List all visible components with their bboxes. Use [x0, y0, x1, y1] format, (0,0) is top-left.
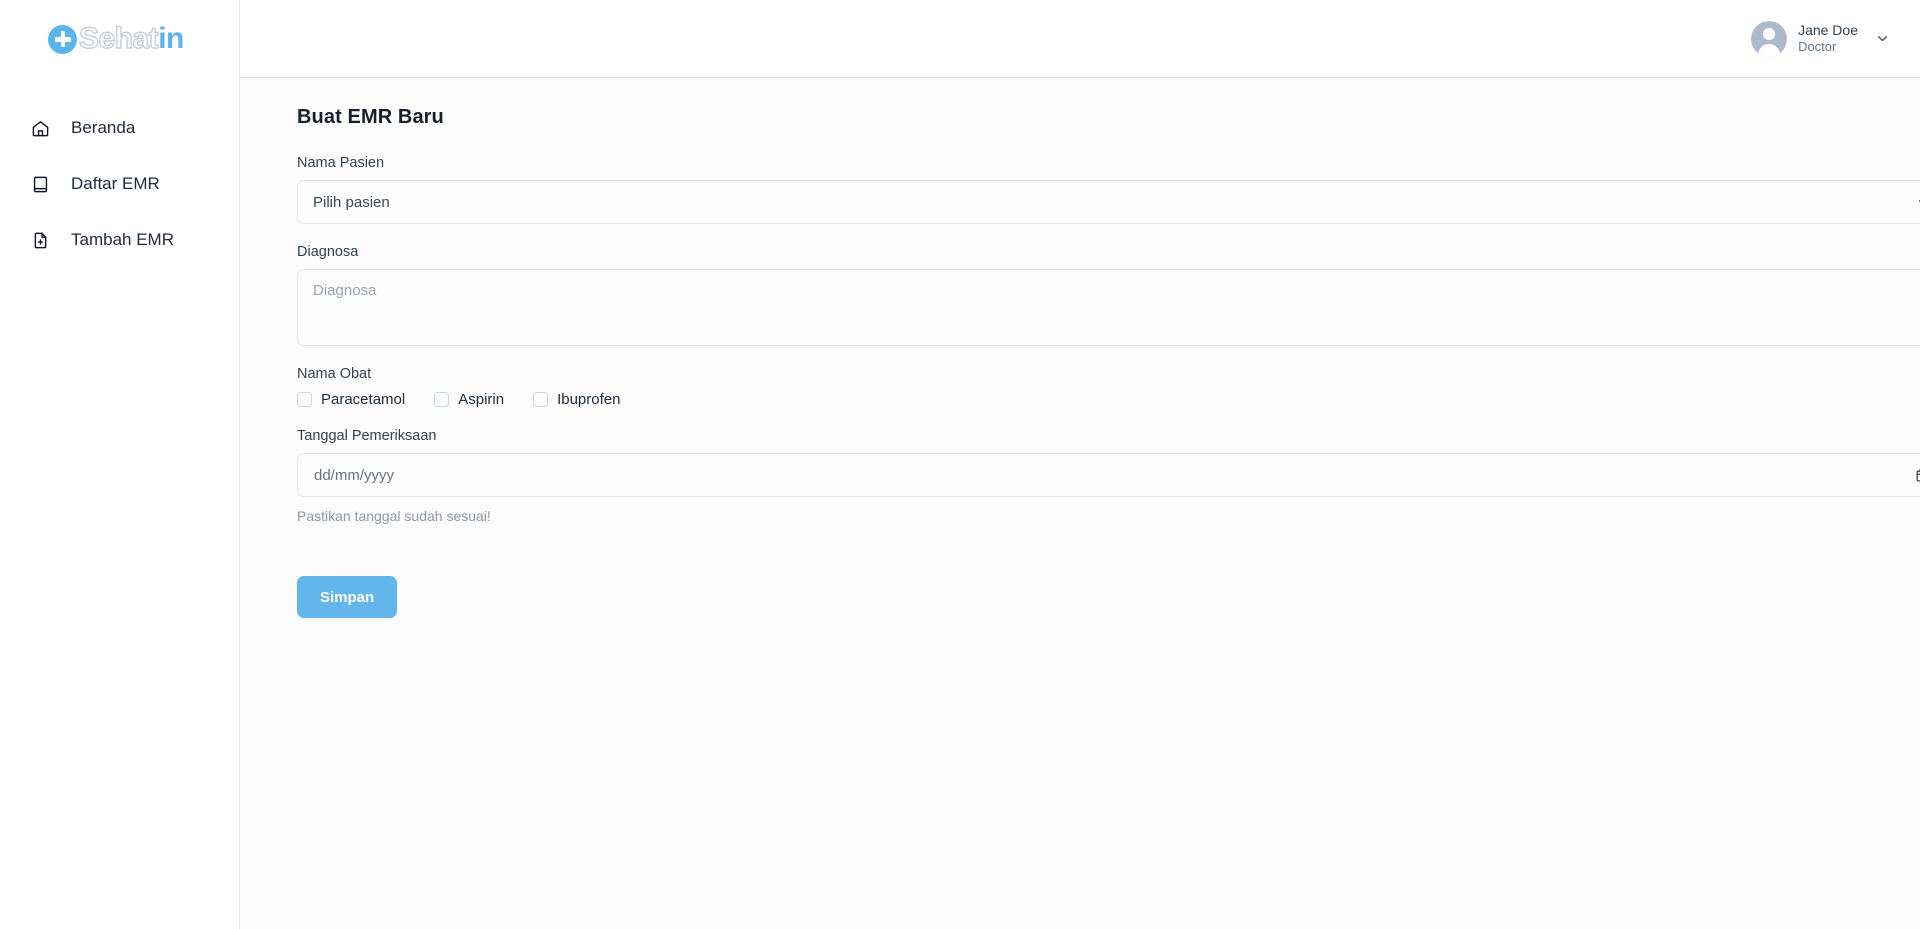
- book-icon: [30, 174, 50, 194]
- main-area: Jane Doe Doctor Buat EMR Baru Nama Pasie…: [240, 0, 1920, 929]
- diagnosa-label: Diagnosa: [297, 244, 359, 260]
- checkbox-label: Paracetamol: [321, 391, 406, 408]
- field-diagnosa: Diagnosa: [297, 244, 1920, 346]
- user-name: Jane Doe: [1798, 21, 1858, 38]
- brand-name-accent: in: [158, 22, 184, 55]
- emr-form: Nama Pasien Pilih pasien Diagnosa Diagno…: [297, 155, 1920, 618]
- checkbox-box-icon[interactable]: [533, 392, 549, 407]
- checkbox-ibuprofen[interactable]: Ibuprofen: [533, 391, 620, 408]
- sidebar-item-daftar-emr[interactable]: Daftar EMR: [0, 156, 239, 212]
- nama-pasien-select[interactable]: Pilih pasien: [297, 180, 1920, 224]
- sidebar-item-label: Tambah EMR: [71, 230, 174, 249]
- field-nama-obat: Nama Obat Paracetamol Aspirin Ibuprofen: [297, 366, 1880, 408]
- sidebar: Sehatin Beranda Daftar EMR Tambah EMR: [0, 0, 240, 929]
- checkbox-box-icon[interactable]: [297, 392, 312, 407]
- sidebar-item-label: Beranda: [71, 118, 136, 137]
- user-meta: Jane Doe Doctor: [1798, 22, 1858, 56]
- brand-name-light: Sehat: [78, 22, 159, 55]
- plus-circle-icon: [48, 24, 77, 54]
- file-plus-icon: [30, 230, 50, 250]
- brand-logo[interactable]: Sehatin: [0, 0, 239, 78]
- page-title: Buat EMR Baru: [297, 106, 444, 128]
- field-tanggal-pemeriksaan: Tanggal Pemeriksaan Pastikan tanggal sud…: [297, 428, 1920, 524]
- checkbox-box-icon[interactable]: [434, 392, 450, 407]
- checkbox-paracetamol[interactable]: Paracetamol: [297, 391, 405, 408]
- tanggal-pemeriksaan-label: Tanggal Pemeriksaan: [297, 428, 437, 444]
- simpan-button[interactable]: Simpan: [297, 576, 398, 618]
- nama-obat-checkbox-group: Paracetamol Aspirin Ibuprofen: [297, 391, 1880, 408]
- content-area: Buat EMR Baru Nama Pasien Pilih pasien D…: [240, 78, 1920, 929]
- tanggal-pemeriksaan-input[interactable]: [297, 453, 1920, 497]
- brand-wordmark: Sehatin: [78, 22, 184, 55]
- sidebar-item-tambah-emr[interactable]: Tambah EMR: [0, 212, 239, 268]
- app-root: Sehatin Beranda Daftar EMR Tambah EMR Ja…: [0, 0, 1920, 929]
- chevron-down-icon[interactable]: [1875, 31, 1890, 46]
- user-avatar-icon: [1751, 20, 1788, 57]
- nama-pasien-label: Nama Pasien: [297, 155, 385, 171]
- user-menu[interactable]: Jane Doe Doctor: [1745, 17, 1896, 61]
- home-icon: [30, 118, 50, 138]
- sidebar-item-label: Daftar EMR: [71, 174, 160, 193]
- checkbox-label: Ibuprofen: [557, 391, 621, 408]
- user-role: Doctor: [1798, 39, 1837, 55]
- field-nama-pasien: Nama Pasien Pilih pasien: [297, 155, 1920, 224]
- nama-obat-label: Nama Obat: [297, 366, 372, 382]
- tanggal-help-text: Pastikan tanggal sudah sesuai!: [297, 508, 491, 524]
- topbar: Jane Doe Doctor: [240, 0, 1920, 78]
- diagnosa-textarea[interactable]: [297, 269, 1920, 346]
- checkbox-aspirin[interactable]: Aspirin: [434, 391, 504, 408]
- checkbox-label: Aspirin: [458, 391, 505, 408]
- sidebar-nav: Beranda Daftar EMR Tambah EMR: [0, 78, 239, 268]
- sidebar-item-beranda[interactable]: Beranda: [0, 100, 239, 156]
